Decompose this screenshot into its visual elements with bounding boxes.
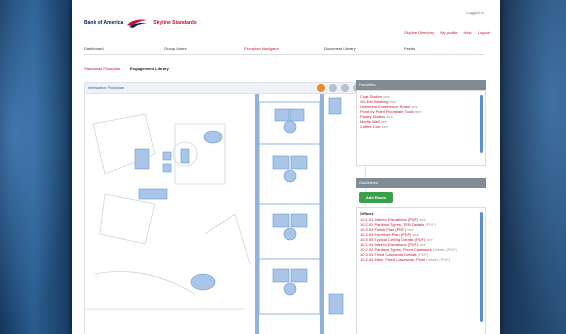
list-item[interactable]: Coffee Corr see: [360, 124, 482, 129]
floorplan-map[interactable]: [85, 94, 365, 334]
header-link-help[interactable]: Help: [464, 30, 472, 35]
desk: [274, 108, 290, 122]
bank-logo[interactable]: Bank of America Skyline Standards: [84, 18, 197, 28]
nav-tab-feeds[interactable]: Feeds: [404, 46, 484, 54]
header-link-directory[interactable]: Skyline Directory: [404, 30, 434, 35]
nav-tab-documents[interactable]: Document Library: [324, 46, 404, 54]
nav-tab-group-users[interactable]: Group Users: [164, 46, 244, 54]
floorplan-toolbar: Interactive Floorplan: [85, 83, 365, 94]
list-item[interactable]: 10.4.04 Main, Fixed Casework, Pixel Deta…: [360, 257, 482, 262]
nav-tab-floorplan[interactable]: Floorplan Navigator: [244, 46, 324, 54]
nav-tab-dashboard[interactable]: Dashboard: [84, 46, 164, 54]
add-room-button[interactable]: Add Room: [359, 192, 393, 203]
zoom-in-icon[interactable]: [341, 84, 349, 92]
favorites-list: Coat Station see On-line Banking see Uni…: [356, 90, 486, 166]
floorplan-title: Interactive Floorplan: [88, 85, 125, 90]
header-links: Skyline Directory My profile Help Logout: [404, 30, 490, 35]
utility-text: Logged in: [466, 10, 484, 15]
product-name: Skyline Standards: [153, 20, 197, 26]
bank-name: Bank of America: [84, 20, 124, 26]
guidelines-header: Guidelines: [356, 178, 486, 188]
home-icon[interactable]: [317, 84, 325, 92]
guidelines-scrollbar[interactable]: [480, 212, 483, 322]
right-sidebar: Favorites Coat Station see On-line Banki…: [356, 80, 486, 334]
site-header: Bank of America Skyline Standards Logged…: [72, 0, 500, 40]
subnav-engagement[interactable]: Engagement Library: [130, 66, 169, 71]
photo-background: Bank of America Skyline Standards Logged…: [0, 0, 566, 334]
header-link-logout[interactable]: Logout: [478, 30, 490, 35]
sub-nav: Standards Floorplan Engagement Library: [84, 66, 169, 71]
gear-icon[interactable]: [329, 84, 337, 92]
subnav-standards[interactable]: Standards Floorplan: [84, 66, 120, 71]
right-screen-glow: [496, 0, 566, 334]
favorites-header: Favorites: [356, 80, 486, 90]
guidelines-list: Offices 10.1.01 Interior Elevations (PDF…: [356, 207, 486, 334]
favorites-scrollbar[interactable]: [480, 95, 483, 153]
flag-icon: [127, 19, 148, 28]
web-page: Bank of America Skyline Standards Logged…: [72, 0, 500, 334]
floorplan-panel: Interactive Floorplan: [84, 82, 366, 334]
main-nav: Dashboard Group Users Floorplan Navigato…: [84, 46, 484, 55]
header-link-profile[interactable]: My profile: [440, 30, 457, 35]
left-screen-glow: [0, 0, 70, 334]
